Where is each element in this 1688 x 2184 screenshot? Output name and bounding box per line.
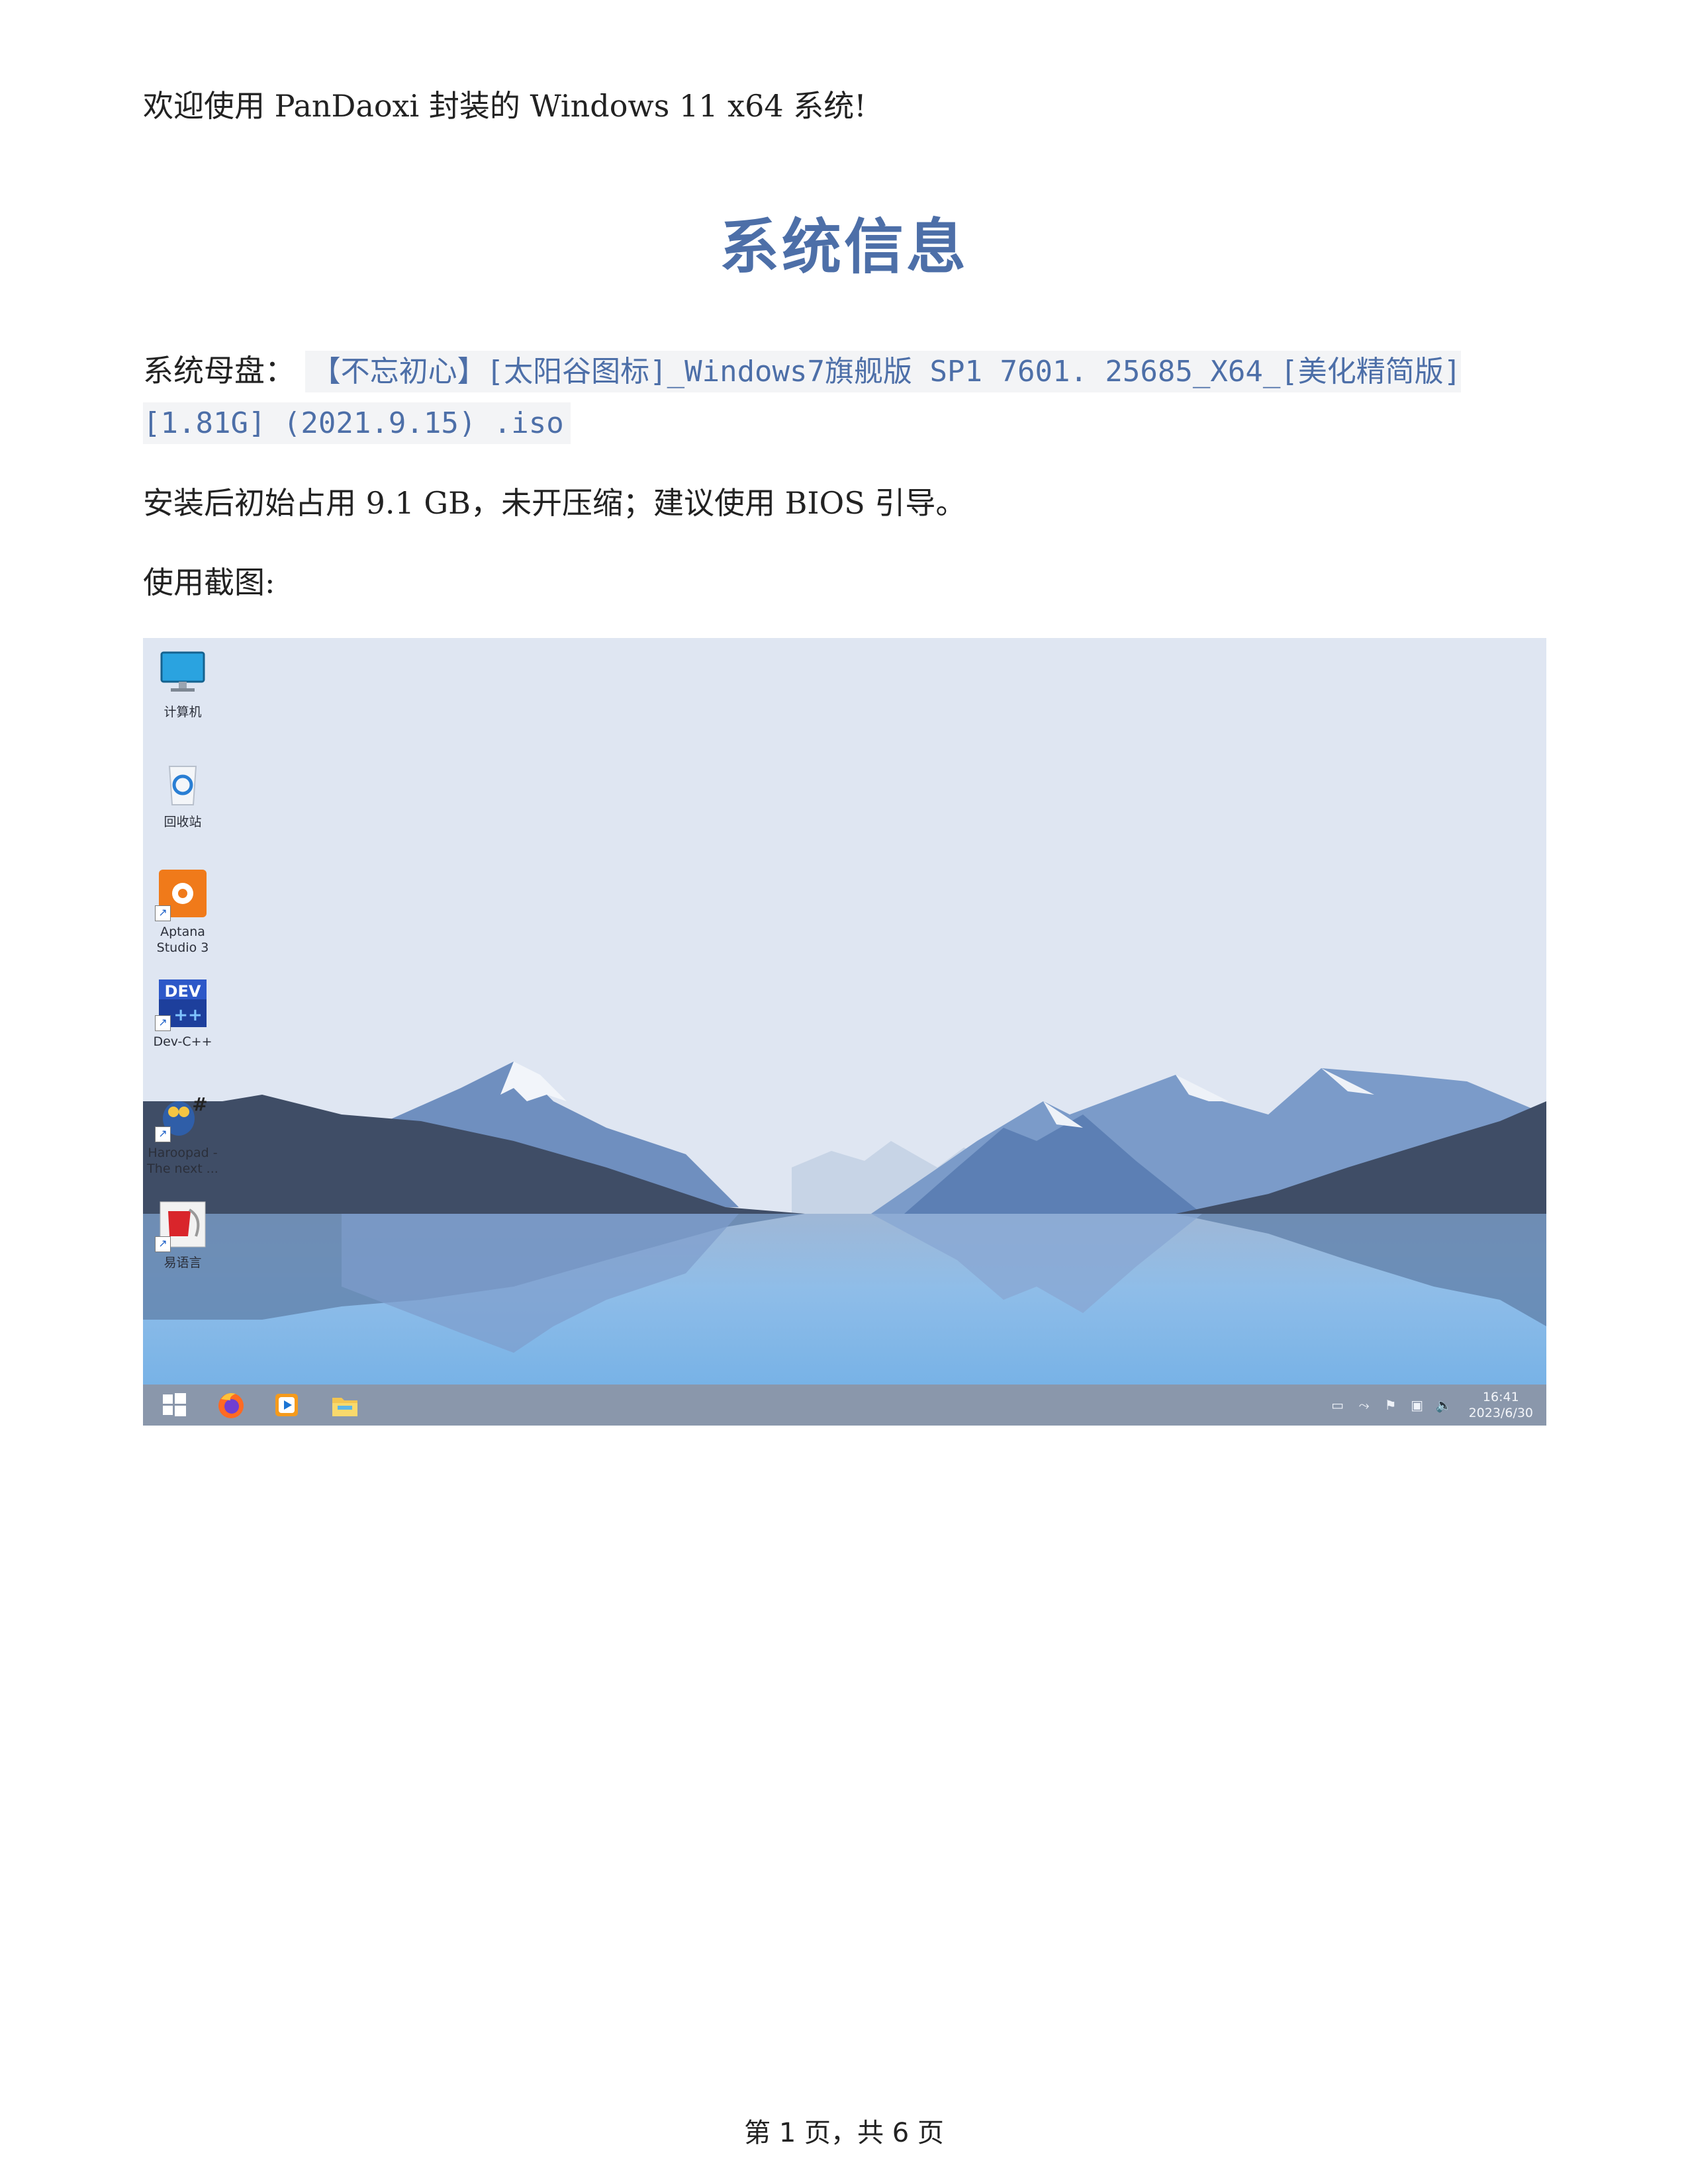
page-title: 系统信息 [720,212,968,282]
taskbar-clock[interactable]: 16:41 2023/6/30 [1469,1389,1533,1421]
shortcut-arrow-icon: ↗ [155,905,171,921]
system-image-label: 系统母盘： [143,353,295,388]
desktop-icon-computer[interactable]: 计算机 [143,647,222,720]
install-note: 安装后初始占用 9.1 GB，未开压缩；建议使用 BIOS 引导。 [143,485,966,521]
desktop-icon-label: 回收站 [164,815,202,829]
haroopad-icon: # ↗ [155,1088,209,1142]
recycle-bin-icon [156,757,209,810]
svg-text:++: ++ [173,1005,203,1025]
flag-icon[interactable]: ⚑ [1383,1398,1399,1412]
desktop-icon-label: Aptana Studio 3 [156,925,209,955]
desktop-icon-recycle-bin[interactable]: 回收站 [143,757,222,830]
windows-start-icon[interactable] [159,1390,189,1420]
desktop-icon-aptana[interactable]: ↗ Aptana Studio 3 [143,867,222,956]
computer-icon [156,647,209,700]
desktop-icon-haroopad[interactable]: # ↗ Haroopad - The next ... [143,1088,222,1177]
page-footer: 第 1 页，共 6 页 [744,2118,944,2148]
desktop-wallpaper [143,638,1546,1426]
volume-icon[interactable]: 🔈 [1436,1398,1452,1412]
firefox-icon[interactable] [216,1390,246,1420]
svg-text:#: # [192,1093,207,1115]
system-tray: ▭ ⤳ ⚑ ▣ 🔈 16:41 2023/6/30 [1325,1388,1533,1422]
desktop-icon-label: Dev-C++ [153,1034,212,1049]
desktop-icon-label: 计算机 [164,705,202,719]
screenshot-label: 使用截图: [143,565,275,600]
system-image-paragraph: 系统母盘： 【不忘初心】[太阳谷图标]_Windows7旗舰版 SP1 7601… [143,345,1553,449]
shortcut-arrow-icon: ↗ [155,1236,171,1252]
desktop-icon-dev-cpp[interactable]: DEV ++ ↗ Dev-C++ [143,977,222,1050]
desktop-icon-label: 易语言 [164,1255,202,1270]
dev-cpp-icon: DEV ++ ↗ [155,977,209,1031]
file-explorer-icon[interactable] [330,1390,360,1420]
clock-date: 2023/6/30 [1468,1406,1533,1420]
desktop-screenshot: 计算机 回收站 ↗ Aptana Studio 3 DEV ++ ↗ Dev-C+… [143,638,1546,1426]
taskbar: ▭ ⤳ ⚑ ▣ 🔈 16:41 2023/6/30 [143,1385,1546,1426]
display-icon[interactable]: ▣ [1409,1398,1425,1412]
aptana-icon: ↗ [155,867,209,921]
intro-text: 欢迎使用 PanDaoxi 封装的 Windows 11 x64 系统! [143,88,867,124]
system-image-value: 【不忘初心】[太阳谷图标]_Windows7旗舰版 SP1 7601. 2568… [143,351,1462,444]
svg-text:DEV: DEV [165,982,201,1001]
desktop-icon-eyuyan[interactable]: ↗ 易语言 [143,1198,222,1271]
shortcut-arrow-icon: ↗ [155,1126,171,1142]
clock-time: 16:41 [1482,1390,1519,1404]
desktop-icon-label: Haroopad - The next ... [147,1146,218,1176]
media-player-icon[interactable] [271,1390,302,1420]
eyuyan-icon: ↗ [155,1198,209,1252]
network-icon[interactable]: ⤳ [1356,1398,1372,1412]
keyboard-icon[interactable]: ▭ [1330,1398,1346,1412]
shortcut-arrow-icon: ↗ [155,1015,171,1031]
